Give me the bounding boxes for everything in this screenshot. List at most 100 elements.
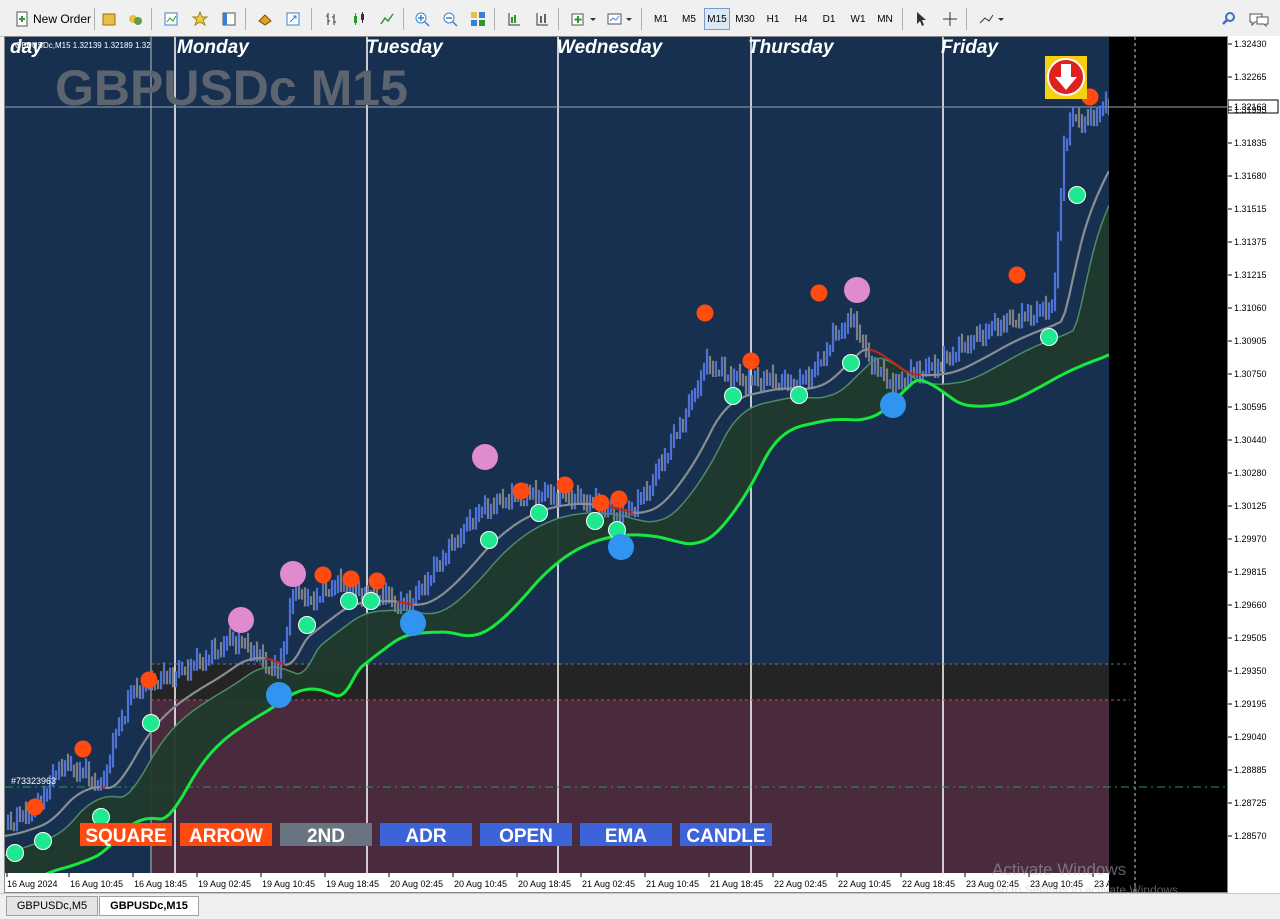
ema-fast-segment [409, 604, 413, 605]
ema-fast-segment [401, 602, 405, 603]
sell-signal-dot [27, 799, 44, 816]
ema-fast-segment [813, 387, 817, 388]
line-chart-icon[interactable] [376, 8, 398, 30]
indicator-button-open[interactable]: OPEN [480, 823, 572, 847]
ema-fast-segment [625, 511, 629, 512]
crosshair-icon[interactable] [939, 8, 961, 30]
buy-signal-dot [363, 593, 380, 610]
sell-signal-dot [593, 495, 610, 512]
ema-fast-segment [753, 393, 757, 394]
sell-signal-dot [513, 483, 530, 500]
price-tick-label: 1.29040 [1234, 732, 1267, 742]
ema-fast-segment [613, 507, 617, 508]
cursor-icon[interactable] [910, 8, 932, 30]
ema-fast-segment [265, 658, 269, 659]
strong-signal-dot [472, 444, 498, 470]
history-icon[interactable] [254, 8, 276, 30]
indicator-button-ema[interactable]: EMA [580, 823, 672, 847]
timeframe-m30[interactable]: M30 [732, 8, 758, 30]
toolbar-separator [151, 8, 152, 30]
price-tick-label: 1.28570 [1234, 831, 1267, 841]
timeframe-d1[interactable]: D1 [816, 8, 842, 30]
chart-future-area [1109, 37, 1228, 893]
tile-windows-icon[interactable] [467, 8, 489, 30]
timeframe-h1[interactable]: H1 [760, 8, 786, 30]
indicator-button-candle[interactable]: CANDLE [680, 823, 772, 847]
ema-fast-segment [745, 395, 749, 396]
new-order-button[interactable]: New Order [31, 8, 93, 30]
indicator-button-arrow[interactable]: ARROW [180, 823, 272, 847]
ema-fast-segment [281, 663, 285, 665]
buy-signal-dot [843, 355, 860, 372]
chat-icon[interactable] [1246, 8, 1272, 30]
sell-signal-dot [343, 571, 360, 588]
sell-signal-dot [611, 491, 628, 508]
day-label: Tuesday [366, 37, 444, 58]
symbol-watermark: GBPUSDc M15 [55, 60, 408, 116]
tab-gbpusd-m5[interactable]: GBPUSDc,M5 [6, 896, 98, 916]
toolbar: New Order M1 M5 M15 M30 H1 H4 D1 W1 MN [0, 0, 1280, 37]
price-tick-label: 1.29195 [1234, 699, 1267, 709]
timeframe-w1[interactable]: W1 [845, 8, 871, 30]
candlestick-icon[interactable] [348, 8, 370, 30]
auto-scroll-icon[interactable] [531, 8, 553, 30]
time-axis: 16 Aug 202416 Aug 10:4516 Aug 18:4519 Au… [5, 873, 1147, 893]
time-tick-label: 16 Aug 2024 [7, 879, 58, 889]
bar-chart-icon[interactable] [320, 8, 342, 30]
line-studies-dropdown-icon[interactable] [976, 8, 1008, 30]
day-label: Thursday [748, 37, 835, 58]
indicators-dropdown-icon[interactable] [568, 8, 600, 30]
time-tick-label: 19 Aug 02:45 [198, 879, 251, 889]
timeframe-mn[interactable]: MN [872, 8, 898, 30]
ema-fast-segment [25, 830, 29, 831]
new-order-icon[interactable] [11, 8, 33, 30]
buy-signal-dot [299, 617, 316, 634]
timeframe-m5[interactable]: M5 [676, 8, 702, 30]
timeframe-m15[interactable]: M15 [704, 8, 730, 30]
indicator-buttons[interactable]: SQUARE ARROW 2ND ADR OPEN EMA CANDLE [80, 823, 772, 847]
ema-fast-segment [645, 511, 649, 512]
timeframe-m1[interactable]: M1 [648, 8, 674, 30]
ema-fast-segment [93, 787, 97, 788]
reversal-signal-dot [880, 392, 906, 418]
autotrading-icon[interactable] [124, 8, 146, 30]
ema-fast-segment [553, 507, 557, 508]
market-watch-icon[interactable] [98, 8, 120, 30]
time-tick-label: 21 Aug 02:45 [582, 879, 635, 889]
timeframe-h4[interactable]: H4 [788, 8, 814, 30]
toolbar-separator [641, 8, 642, 30]
sell-arrow-signal[interactable] [1045, 56, 1087, 99]
ema-fast-segment [253, 658, 257, 659]
profiles-icon[interactable] [160, 8, 182, 30]
templates-dropdown-icon[interactable] [604, 8, 636, 30]
zoom-out-icon[interactable] [439, 8, 461, 30]
strong-signal-dot [280, 561, 306, 587]
ema-fast-segment [621, 510, 625, 511]
ema-fast-segment [609, 507, 613, 508]
reversal-signal-dot [400, 610, 426, 636]
ema-fast-segment [13, 834, 17, 835]
navigator-icon[interactable] [218, 8, 240, 30]
chart-shift-icon[interactable] [503, 8, 525, 30]
ema-fast-segment [953, 371, 957, 372]
tab-gbpusd-m15[interactable]: GBPUSDc,M15 [99, 896, 199, 916]
chart-header-info: GBPUSDc,M15 1.32139 1.32189 1.32 [15, 41, 151, 50]
sell-signal-dot [1009, 267, 1026, 284]
ema-fast-segment [1033, 332, 1037, 334]
price-tick-label: 1.31995 [1234, 105, 1267, 115]
zoom-in-icon[interactable] [411, 8, 433, 30]
price-chart[interactable]: GBPUSDc M15 dayMondayTuesdayWednesdayThu… [5, 37, 1228, 893]
favorites-icon[interactable] [189, 8, 211, 30]
chart-window[interactable]: GBPUSDc M15 dayMondayTuesdayWednesdayThu… [4, 36, 1228, 893]
indicator-button-2nd[interactable]: 2ND [280, 823, 372, 847]
fullscreen-icon[interactable] [282, 8, 304, 30]
indicator-button-label: CANDLE [686, 826, 765, 847]
ema-fast-segment [9, 834, 13, 835]
indicator-button-square[interactable]: SQUARE [80, 823, 172, 847]
indicator-button-adr[interactable]: ADR [380, 823, 472, 847]
buy-signal-dot [35, 833, 52, 850]
search-icon[interactable] [1218, 8, 1240, 30]
time-tick-label: 22 Aug 10:45 [838, 879, 891, 889]
ema-fast-segment [285, 664, 289, 665]
ema-fast-segment [549, 508, 553, 509]
